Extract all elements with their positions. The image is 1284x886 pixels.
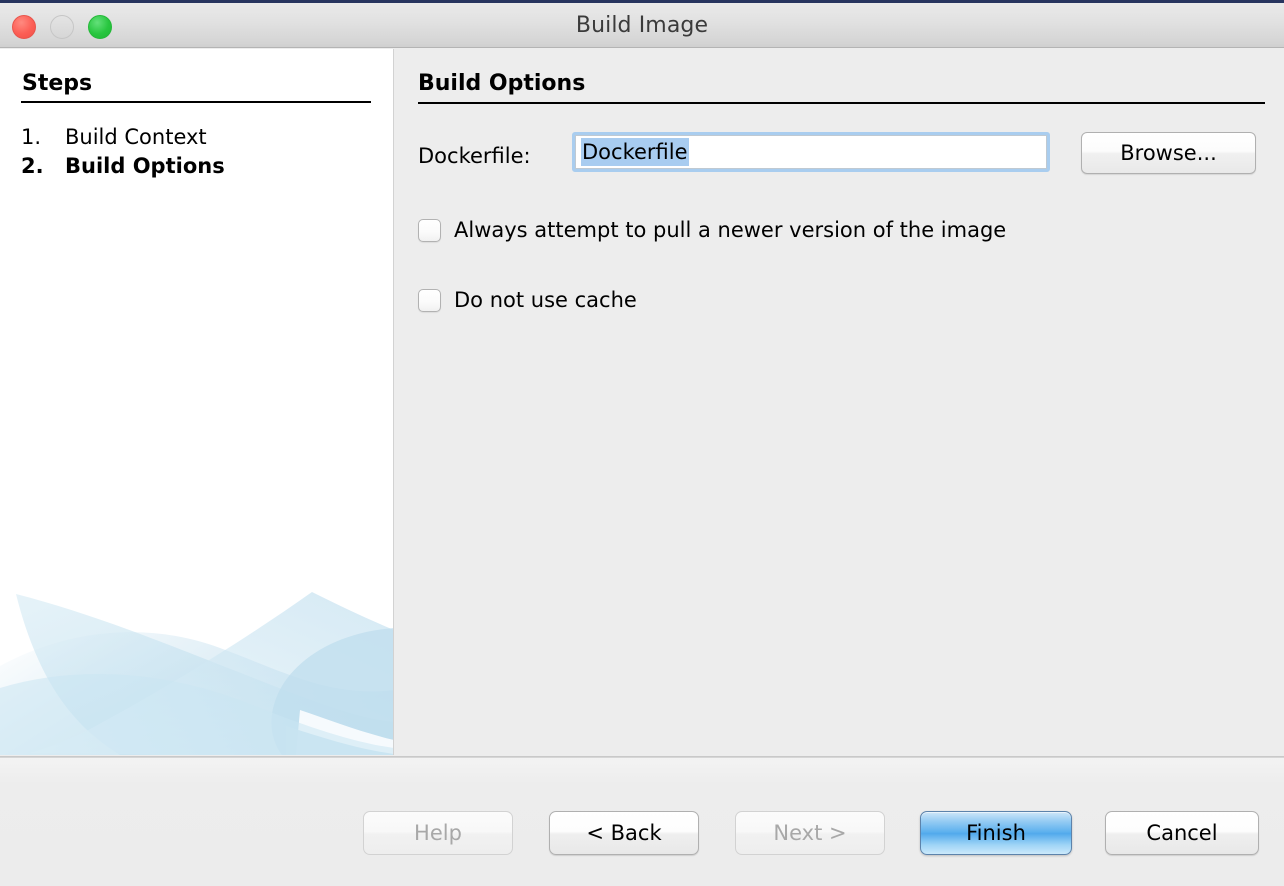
dockerfile-input[interactable]: Dockerfile (572, 132, 1050, 172)
build-options-pane: Build Options Dockerfile: Dockerfile Bro… (395, 49, 1284, 755)
steps-sidebar: Steps 1. Build Context 2. Build Options (0, 49, 394, 755)
finish-button[interactable]: Finish (920, 811, 1072, 855)
step-number: 2. (21, 154, 44, 178)
steps-list: 1. Build Context 2. Build Options (21, 125, 371, 183)
checkbox-pull-newer-label: Always attempt to pull a newer version o… (454, 218, 1007, 242)
pane-heading-divider (418, 102, 1265, 104)
window-title: Build Image (575, 13, 709, 38)
step-item-build-options: 2. Build Options (21, 154, 371, 183)
dockerfile-field-row: Dockerfile: Dockerfile Browse... (418, 132, 1265, 180)
browse-button[interactable]: Browse... (1081, 132, 1256, 174)
step-item-build-context: 1. Build Context (21, 125, 371, 154)
step-number: 1. (21, 125, 42, 149)
wizard-watermark-graphic (0, 592, 393, 755)
checkbox-pull-newer-box[interactable] (418, 218, 441, 242)
back-button[interactable]: < Back (549, 811, 699, 855)
dockerfile-label: Dockerfile: (418, 144, 531, 168)
help-button[interactable]: Help (363, 811, 513, 855)
footer-button-bar: Help < Back Next > Finish Cancel (0, 811, 1284, 855)
checkbox-no-cache-box[interactable] (418, 288, 441, 312)
steps-heading: Steps (22, 71, 93, 96)
step-label: Build Options (65, 154, 225, 178)
dockerfile-input-inner[interactable]: Dockerfile (575, 135, 1047, 169)
checkbox-row-pull-newer[interactable]: Always attempt to pull a newer version o… (418, 217, 1006, 243)
title-bar[interactable]: Build Image (0, 3, 1284, 48)
build-image-dialog: Build Image Steps 1. Build Context 2. Bu… (0, 0, 1284, 886)
step-label: Build Context (65, 125, 207, 149)
pane-heading: Build Options (418, 71, 586, 96)
checkbox-no-cache-label: Do not use cache (454, 288, 637, 312)
checkbox-row-no-cache[interactable]: Do not use cache (418, 287, 637, 313)
dockerfile-input-value: Dockerfile (581, 138, 689, 166)
next-button[interactable]: Next > (735, 811, 885, 855)
dialog-footer: Help < Back Next > Finish Cancel (0, 758, 1284, 886)
steps-heading-divider (21, 101, 371, 103)
cancel-button[interactable]: Cancel (1105, 811, 1259, 855)
dialog-content: Steps 1. Build Context 2. Build Options (0, 49, 1284, 755)
